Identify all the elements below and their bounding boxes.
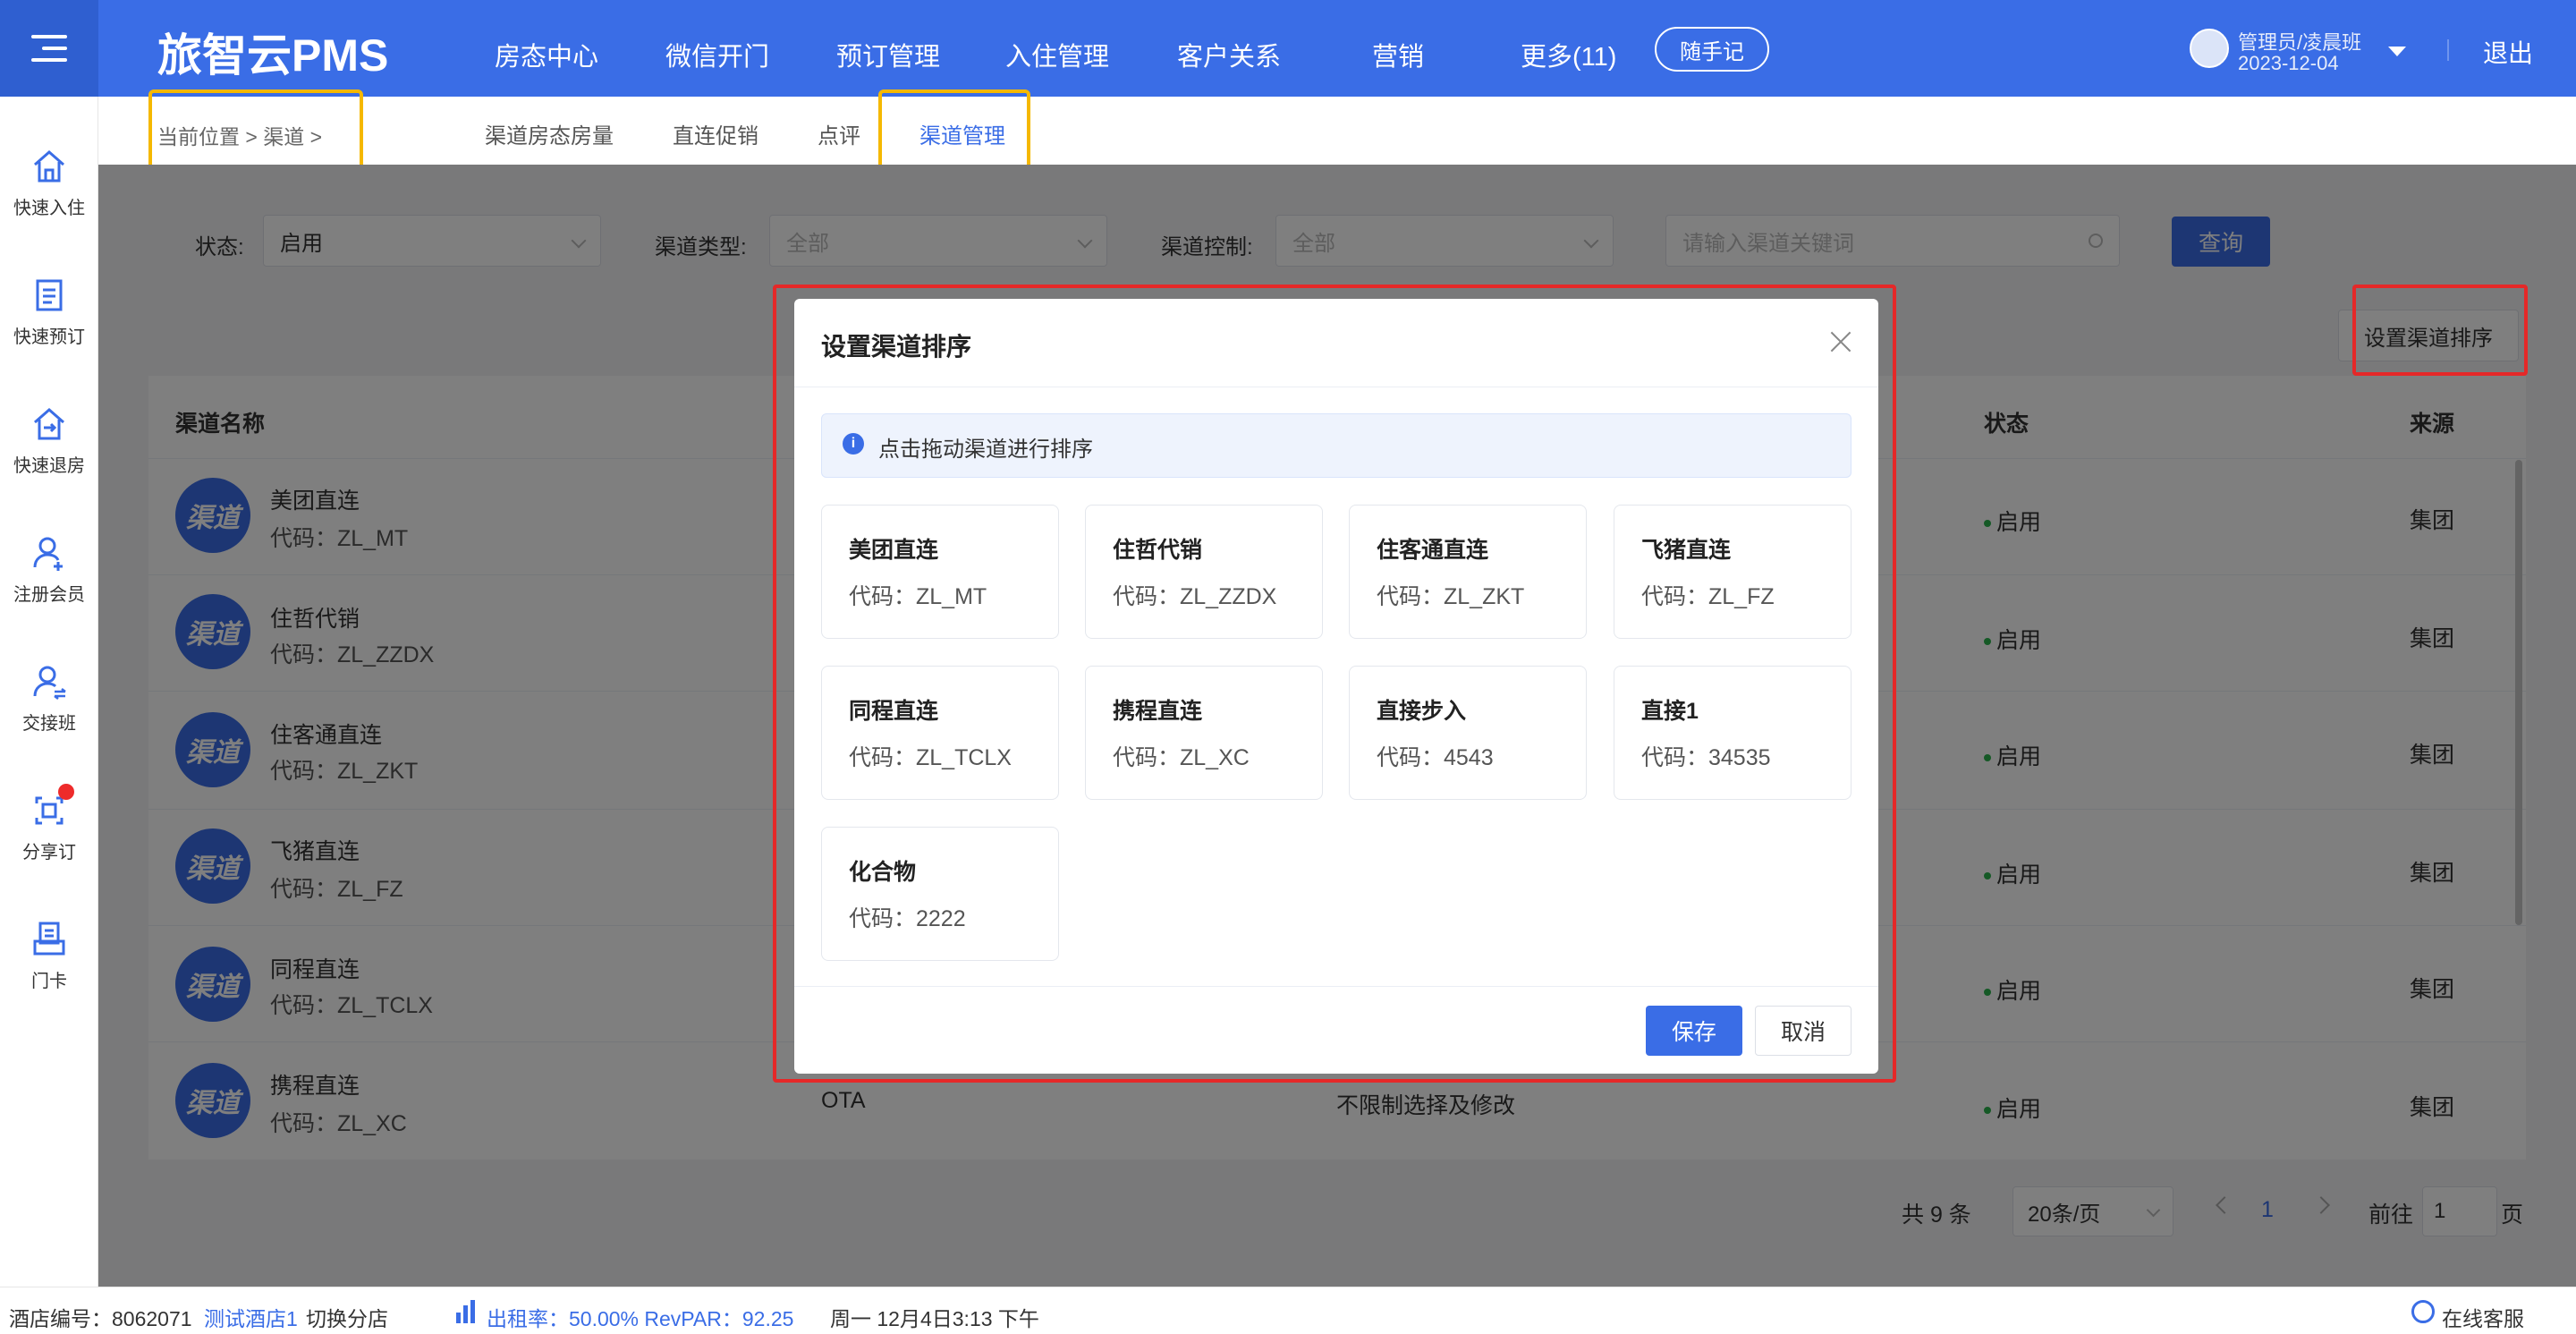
card-channel-name: 住客通直连 (1377, 538, 1489, 563)
document-icon (30, 276, 69, 315)
share-icon (30, 784, 74, 830)
tab-channel-room-status[interactable]: 渠道房态房量 (485, 118, 614, 149)
avatar[interactable] (2190, 29, 2229, 68)
sortable-channel-card[interactable]: 住客通直连代码：ZL_ZKT (1349, 505, 1587, 639)
sortable-channel-card[interactable]: 飞猪直连代码：ZL_FZ (1614, 505, 1852, 639)
divider (794, 986, 1878, 987)
card-channel-code: 代码：ZL_FZ (1641, 584, 1775, 609)
sidebar-item-room-card[interactable]: 门卡 (0, 920, 98, 992)
top-bar: 旅智云PMS 房态中心 微信开门 预订管理 入住管理 客户关系 营销 更多(11… (0, 0, 2576, 97)
card-channel-name: 直接1 (1641, 699, 1699, 724)
card-channel-name: 携程直连 (1113, 699, 1203, 724)
sidebar-item-label: 快速预订 (13, 327, 85, 347)
sidebar-item-label: 分享订 (22, 843, 76, 862)
tab-direct-promotion[interactable]: 直连促销 (673, 118, 758, 149)
sortable-channel-card[interactable]: 美团直连代码：ZL_MT (821, 505, 1059, 639)
sidebar-item-label: 快速入住 (13, 199, 85, 218)
save-button[interactable]: 保存 (1646, 1006, 1742, 1056)
notification-dot (58, 784, 74, 800)
nav-crm[interactable]: 客户关系 (1177, 36, 1281, 73)
nav-booking[interactable]: 预订管理 (836, 36, 940, 73)
card-channel-name: 美团直连 (849, 538, 939, 563)
info-icon: i (843, 433, 864, 455)
sidebar-item-quick-checkout[interactable]: 快速退房 (0, 404, 98, 477)
sidebar-item-register-member[interactable]: 注册会员 (0, 533, 98, 606)
tab-reviews[interactable]: 点评 (818, 118, 860, 149)
hotel-number: 酒店编号：8062071 (9, 1307, 192, 1330)
nav-checkin[interactable]: 入住管理 (1005, 36, 1109, 73)
sortable-channel-card[interactable]: 住哲代销代码：ZL_ZZDX (1085, 505, 1323, 639)
highlight-sort-button (2352, 285, 2528, 376)
card-channel-name: 直接步入 (1377, 699, 1467, 724)
current-datetime: 周一 12月4日3:13 下午 (830, 1307, 1039, 1330)
highlight-active-tab (878, 89, 1030, 175)
customer-service-icon[interactable] (2411, 1300, 2435, 1323)
handover-icon (30, 662, 69, 701)
nav-room-status[interactable]: 房态中心 (495, 36, 598, 73)
nav-wechat-door[interactable]: 微信开门 (665, 36, 769, 73)
highlight-breadcrumb (148, 89, 363, 170)
divider (2447, 39, 2449, 61)
card-channel-name: 飞猪直连 (1641, 538, 1732, 563)
sidebar-item-label: 快速退房 (13, 456, 85, 476)
nav-more[interactable]: 更多(11) (1521, 36, 1616, 73)
add-user-icon (30, 533, 69, 573)
card-channel-code: 代码：ZL_TCLX (849, 745, 1012, 770)
home-icon (30, 147, 69, 186)
bar-chart-icon (456, 1300, 481, 1323)
sortable-channel-card[interactable]: 直接步入代码：4543 (1349, 666, 1587, 800)
sidebar-item-quick-checkin[interactable]: 快速入住 (0, 147, 98, 219)
card-channel-code: 代码：4543 (1377, 745, 1494, 770)
sortable-channel-card[interactable]: 化合物代码：2222 (821, 827, 1059, 961)
sidebar-item-quick-booking[interactable]: 快速预订 (0, 276, 98, 348)
card-channel-code: 代码：ZL_ZZDX (1113, 584, 1277, 609)
status-bar: 酒店编号：8062071 测试酒店1 切换分店 出租率：50.00% RevPA… (0, 1287, 2576, 1334)
cancel-button[interactable]: 取消 (1755, 1006, 1852, 1056)
card-channel-name: 化合物 (849, 860, 917, 885)
sub-header (98, 97, 2576, 165)
online-support-link[interactable]: 在线客服 (2442, 1302, 2524, 1332)
brand-logo: 旅智云PMS (157, 30, 389, 81)
hotel-name-link[interactable]: 测试酒店1 (204, 1302, 298, 1332)
chevron-down-icon[interactable] (2388, 47, 2406, 56)
card-channel-code: 代码：ZL_ZKT (1377, 584, 1525, 609)
card-channel-name: 同程直连 (849, 699, 939, 724)
sidebar-item-label: 门卡 (31, 972, 67, 991)
sidebar: 快速入住 快速预订 快速退房 注册会员 交接班 分享订 门卡 (0, 97, 98, 1287)
menu-toggle-button[interactable] (0, 0, 98, 97)
menu-icon (31, 35, 67, 62)
sidebar-item-share-booking[interactable]: 分享订 (0, 784, 98, 863)
card-channel-code: 代码：2222 (849, 906, 966, 931)
nav-marketing[interactable]: 营销 (1372, 36, 1424, 73)
dialog-title: 设置渠道排序 (821, 333, 972, 361)
card-icon (30, 920, 69, 959)
user-date: 2023-12-04 (2238, 52, 2339, 74)
close-icon[interactable] (1830, 331, 1852, 353)
memo-button[interactable]: 随手记 (1655, 27, 1769, 72)
switch-branch-button[interactable]: 切换分店 (306, 1302, 388, 1332)
card-channel-code: 代码：ZL_XC (1113, 745, 1250, 770)
drag-hint-text: 点击拖动渠道进行排序 (878, 438, 1093, 462)
sortable-channel-card[interactable]: 直接1 代码：34535 (1614, 666, 1852, 800)
sidebar-item-label: 注册会员 (13, 585, 85, 605)
card-channel-name: 住哲代销 (1113, 538, 1203, 563)
sidebar-item-label: 交接班 (22, 714, 76, 734)
sortable-channel-card[interactable]: 同程直连代码：ZL_TCLX (821, 666, 1059, 800)
occupancy-stats: 出租率：50.00% RevPAR：92.25 (487, 1307, 794, 1330)
checkout-icon (30, 404, 69, 444)
card-channel-code: 代码：ZL_MT (849, 584, 987, 609)
sortable-channel-card[interactable]: 携程直连代码：ZL_XC (1085, 666, 1323, 800)
card-channel-code: 代码：34535 (1641, 745, 1771, 770)
sidebar-item-handover[interactable]: 交接班 (0, 662, 98, 735)
logout-link[interactable]: 退出 (2483, 34, 2533, 70)
